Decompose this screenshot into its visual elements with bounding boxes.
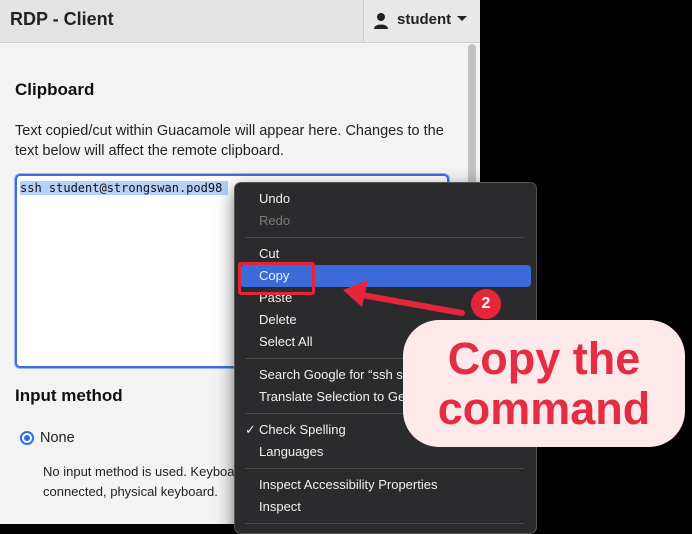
- callout-line: Copy the: [447, 333, 641, 384]
- callout-bubble: Copy the command: [403, 320, 685, 447]
- callout-text: Copy the command: [403, 334, 685, 434]
- step-badge: 2: [471, 289, 501, 319]
- callout-line: command: [437, 383, 651, 434]
